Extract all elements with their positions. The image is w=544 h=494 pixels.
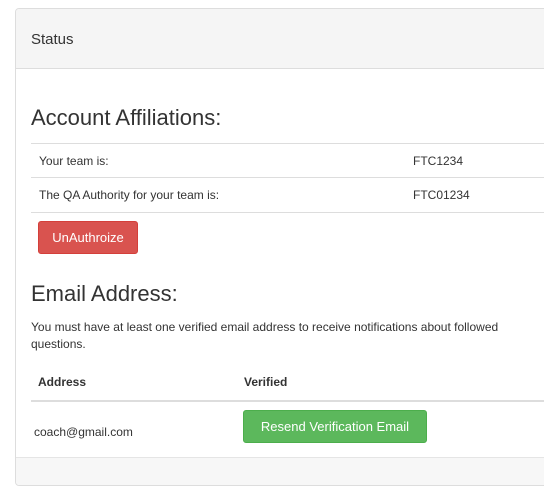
qa-authority-label: The QA Authority for your team is:	[39, 188, 220, 202]
panel-title: Status	[31, 31, 74, 48]
email-address-heading: Email Address:	[31, 281, 178, 306]
panel-heading: Status	[16, 9, 544, 69]
affiliation-row-team: Your team is: FTC1234	[31, 143, 544, 177]
panel-footer	[16, 458, 544, 485]
column-header-verified: Verified	[244, 375, 288, 389]
team-label: Your team is:	[39, 154, 109, 168]
qa-authority-value: FTC01234	[413, 188, 470, 202]
status-panel: Status Account Affiliations: Your team i…	[15, 8, 544, 486]
team-value: FTC1234	[413, 154, 464, 168]
resend-verification-button[interactable]: Resend Verification Email	[243, 410, 427, 443]
unauthorize-button[interactable]: UnAuthroize	[38, 221, 138, 254]
affiliation-row-qa-authority: The QA Authority for your team is: FTC01…	[31, 177, 544, 213]
email-description: You must have at least one verified emai…	[31, 320, 499, 351]
table-header-divider	[31, 400, 544, 402]
account-affiliations-heading: Account Affiliations:	[31, 105, 222, 130]
email-address-value: coach@gmail.com	[34, 425, 133, 439]
column-header-address: Address	[38, 375, 87, 389]
